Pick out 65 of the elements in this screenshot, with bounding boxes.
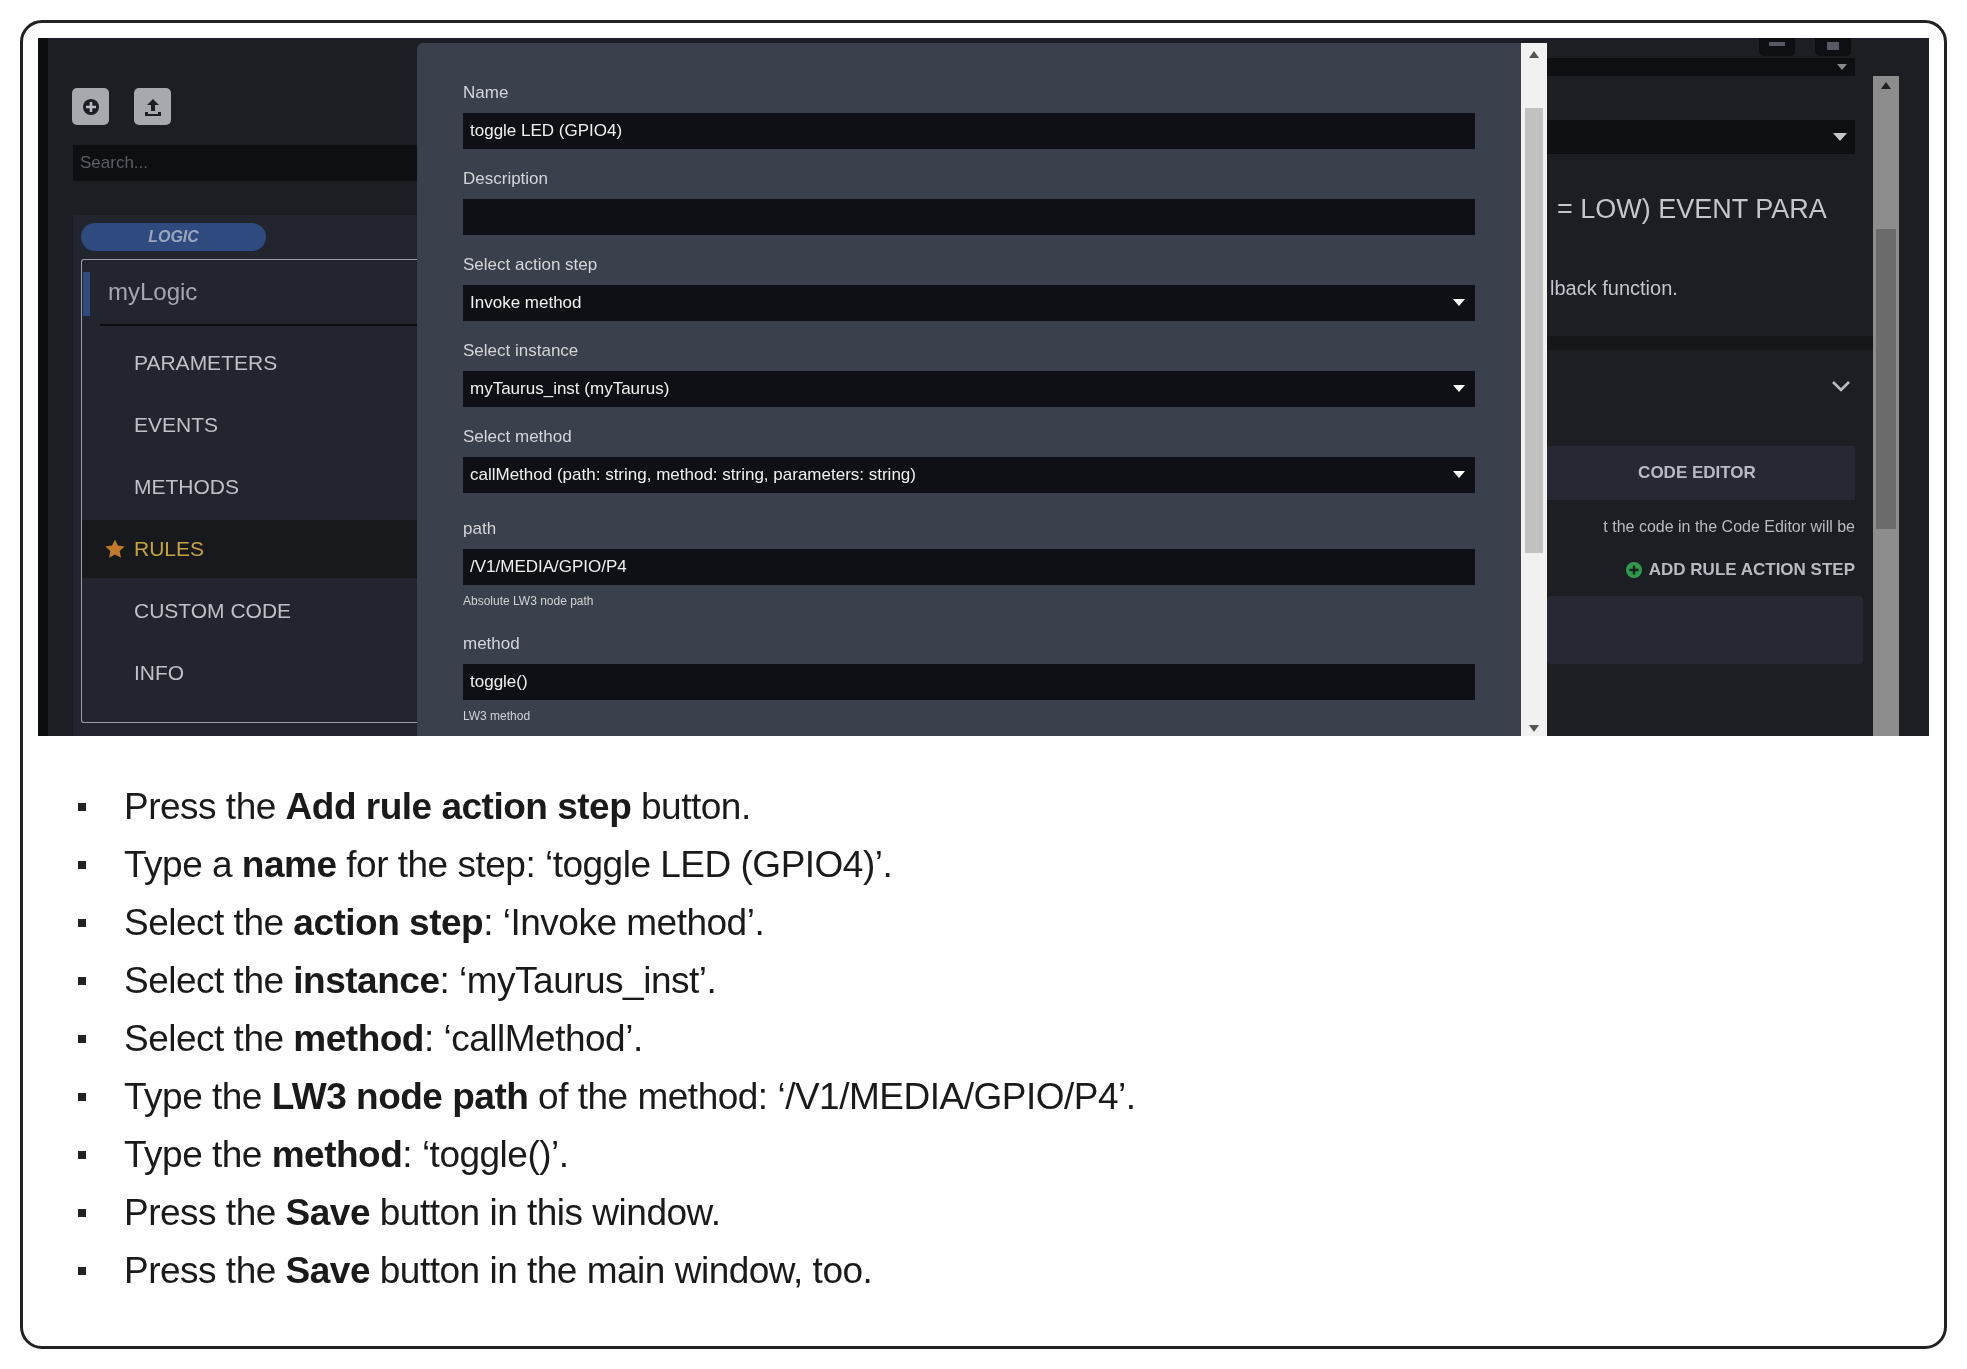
logic-badge: LOGIC [81, 223, 266, 251]
sidebar-item[interactable]: METHODS [82, 458, 417, 516]
bullet-icon [78, 1093, 86, 1101]
sidebar-item[interactable]: CUSTOM CODE [82, 582, 417, 640]
event-description: lback function. [1550, 277, 1679, 300]
instruction-text: Type the method: ‘toggle()’. [124, 1134, 569, 1176]
sidebar-item[interactable]: PARAMETERS [82, 334, 417, 392]
bullet-icon [78, 861, 86, 869]
sidebar-item[interactable]: INFO [82, 644, 417, 702]
scrollbar[interactable] [1521, 43, 1547, 736]
code-editor-button[interactable]: CODE EDITOR [1547, 446, 1855, 500]
field-label: path [463, 518, 498, 540]
trash-icon [1826, 42, 1840, 52]
bullet-icon [78, 1151, 86, 1159]
note-text: t the code in the Code Editor will be [1603, 518, 1855, 536]
field-hint: LW3 method [463, 708, 532, 723]
delete-button[interactable] [1815, 38, 1851, 56]
scroll-down-icon [1529, 725, 1539, 732]
instruction-text: Press the Add rule action step button. [124, 786, 751, 828]
star-icon [104, 538, 126, 560]
sidebar-item[interactable]: EVENTS [82, 396, 417, 454]
instruction-text: Select the instance: ‘myTaurus_inst’. [124, 960, 717, 1002]
field-label: Select instance [463, 340, 580, 362]
instruction-text: Select the method: ‘callMethod’. [124, 1018, 643, 1060]
add-icon [80, 96, 101, 117]
dropdown[interactable]: callMethod (path: string, method: string, parameters: string) [463, 457, 1475, 493]
instruction-text: Type the LW3 node path of the method: ‘/V1/MEDIA/GPIO/P4’. [124, 1076, 1136, 1118]
sidebar-item[interactable]: RULES [82, 520, 417, 578]
add-button[interactable] [72, 88, 109, 125]
text-field[interactable]: toggle LED (GPIO4) [463, 113, 1475, 149]
scroll-up-icon [1529, 51, 1539, 58]
download-button[interactable] [1759, 38, 1795, 56]
caret-icon [1837, 64, 1847, 70]
text-field[interactable]: /V1/MEDIA/GPIO/P4 [463, 549, 1475, 585]
event-heading: = LOW) EVENT PARA [1557, 194, 1828, 225]
bullet-icon [78, 919, 86, 927]
bullet-icon [78, 1035, 86, 1043]
field-label: method [463, 633, 521, 655]
field-label: Name [463, 82, 510, 104]
caret-icon [1453, 471, 1465, 479]
dropdown[interactable]: Invoke method [463, 285, 1475, 321]
caret-icon [1453, 299, 1465, 307]
field-label: Select method [463, 426, 573, 448]
bullet-icon [78, 1267, 86, 1275]
scrollbar[interactable] [1873, 76, 1899, 736]
caret-icon [1833, 133, 1847, 141]
instruction-text: Select the action step: ‘Invoke method’. [124, 902, 765, 944]
instruction-text: Press the Save button in the main window, too. [124, 1250, 873, 1292]
bullet-icon [78, 803, 86, 811]
field-hint: Absolute LW3 node path [463, 593, 595, 608]
instruction-text: Type a name for the step: ‘toggle LED (GPIO4)’. [124, 844, 893, 886]
bullet-icon [78, 977, 86, 985]
text-field[interactable] [463, 199, 1475, 235]
field-label: Select action step [463, 254, 599, 276]
scroll-up-icon [1881, 82, 1891, 89]
add-icon [1624, 561, 1643, 579]
add-rule-action-step-button[interactable]: ADD RULE ACTION STEP [1618, 556, 1861, 584]
text-field[interactable]: toggle() [463, 664, 1475, 700]
caret-icon [1453, 385, 1465, 393]
upload-button[interactable] [134, 88, 171, 125]
bullet-icon [78, 1209, 86, 1217]
field-label: Description [463, 168, 550, 190]
dropdown[interactable]: myTaurus_inst (myTaurus) [463, 371, 1475, 407]
chevron-down-icon[interactable] [1831, 380, 1851, 392]
instruction-text: Press the Save button in this window. [124, 1192, 721, 1234]
